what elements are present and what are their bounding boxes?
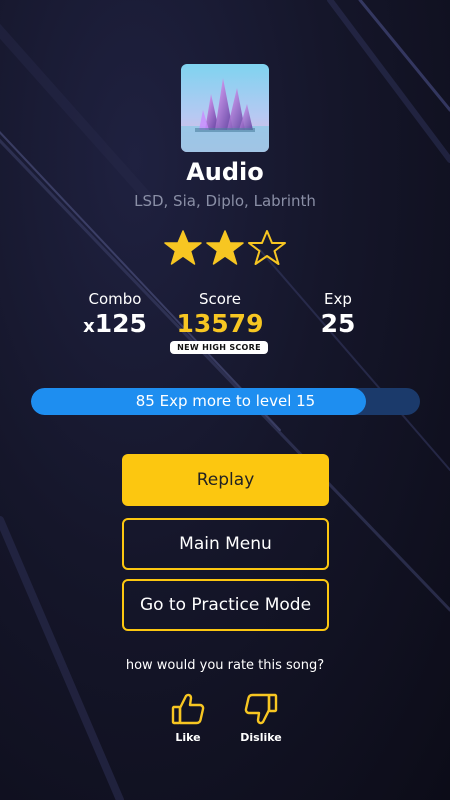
exp-value: 25 — [320, 309, 356, 338]
combo-stat: Combo x125 — [75, 290, 155, 338]
exp-stat: Exp 25 — [298, 290, 378, 338]
combo-number: 125 — [94, 309, 147, 338]
like-button[interactable]: Like — [158, 691, 218, 744]
new-high-score-badge: NEW HIGH SCORE — [170, 341, 268, 354]
combo-value: x125 — [75, 309, 155, 338]
thumbs-up-icon — [158, 691, 218, 727]
score-label: Score — [198, 290, 241, 308]
star-empty-icon — [247, 228, 287, 268]
practice-mode-button[interactable]: Go to Practice Mode — [122, 579, 329, 631]
rating-question: how would you rate this song? — [125, 658, 325, 673]
song-artists: LSD, Sia, Diplo, Labrinth — [134, 192, 316, 210]
level-progress-bar: 85 Exp more to level 15 — [31, 388, 420, 415]
like-label: Like — [175, 731, 201, 744]
thumbs-down-icon — [231, 691, 291, 727]
combo-prefix: x — [83, 316, 95, 337]
dislike-label: Dislike — [240, 731, 282, 744]
star-filled-icon — [163, 228, 203, 268]
level-progress-text: 85 Exp more to level 15 — [135, 392, 316, 410]
score-value: 13579 — [176, 309, 264, 338]
star-filled-icon — [205, 228, 245, 268]
album-cover — [181, 64, 269, 152]
star-rating — [163, 228, 287, 268]
dislike-button[interactable]: Dislike — [231, 691, 291, 744]
score-stat: Score 13579 — [165, 290, 275, 338]
song-title: Audio — [186, 158, 264, 186]
replay-button[interactable]: Replay — [122, 454, 329, 506]
main-menu-button[interactable]: Main Menu — [122, 518, 329, 570]
exp-label: Exp — [324, 290, 352, 308]
combo-label: Combo — [88, 290, 142, 308]
